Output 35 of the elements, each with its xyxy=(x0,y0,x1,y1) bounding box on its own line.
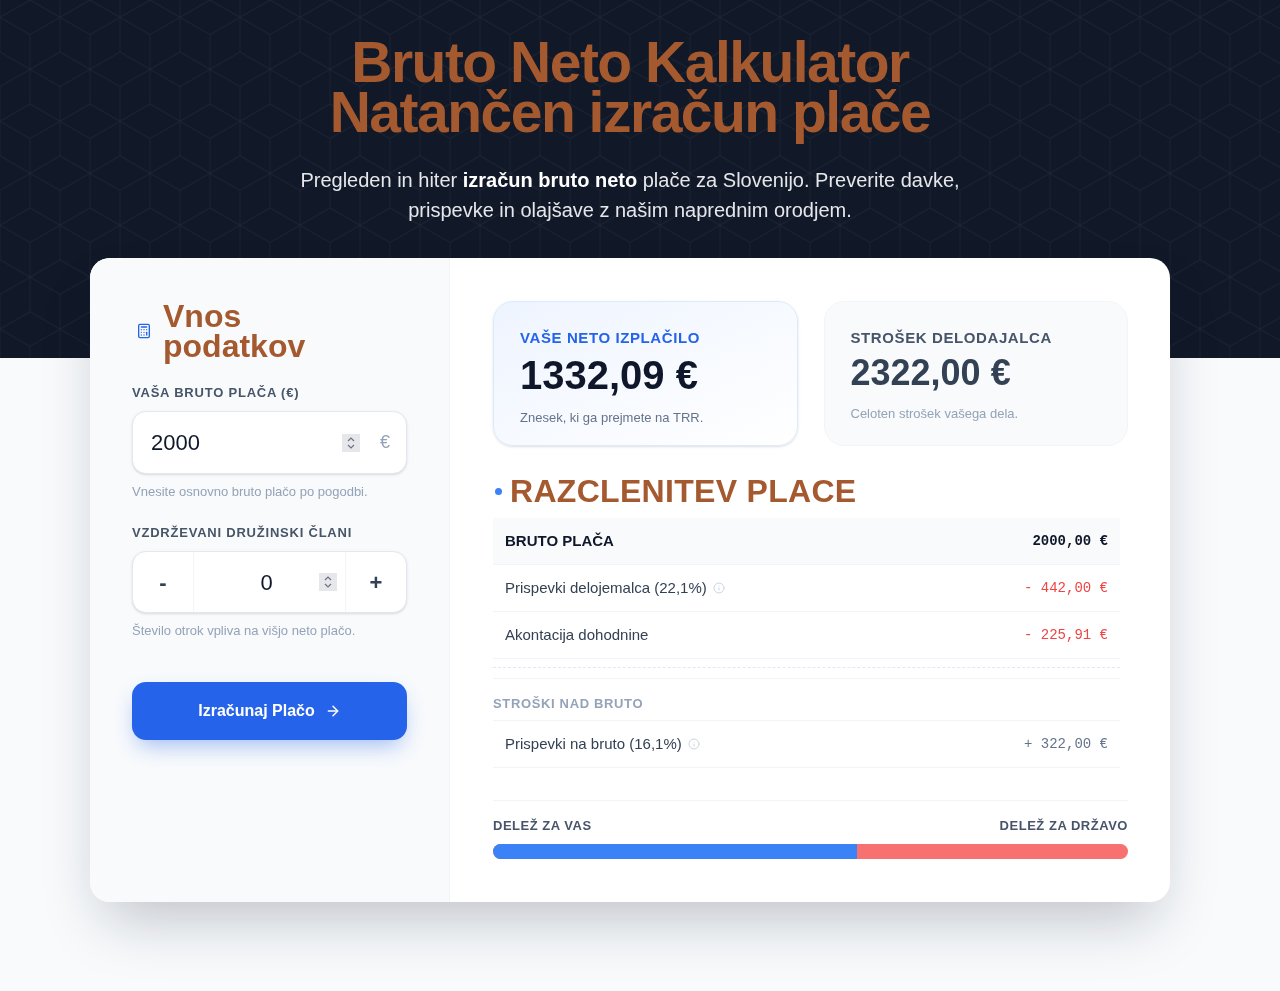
card-label: VAŠE NETO IZPLAČILO xyxy=(520,329,702,347)
card-amount: 2322,00 € xyxy=(850,353,1012,393)
card-amount: 1332,09 € xyxy=(520,353,699,397)
row-label: Prispevki delojemalca (22,1%) xyxy=(505,577,707,598)
card-caption: Znesek, ki ga prejmete na TRR. xyxy=(520,409,705,427)
spin-arrows-icon[interactable] xyxy=(342,433,360,452)
decrement-button[interactable]: - xyxy=(133,552,193,612)
page-title: Bruto Neto Kalkulator xyxy=(351,37,910,87)
members-input[interactable]: 0 xyxy=(193,552,346,612)
row-label: BRUTO PLAČA xyxy=(505,530,614,551)
spin-arrows-icon[interactable] xyxy=(319,573,337,591)
page-intro: Pregleden in hiter izračun bruto neto plače za Slovenijo. Preverite davke, prispevke in olajšave z našim naprednim orodjem. xyxy=(299,168,961,223)
row-amount: 2000,00 € xyxy=(1032,531,1108,551)
field-label: VZDRŽEVANI DRUŽINSKI ČLANI xyxy=(132,524,354,542)
calculate-button[interactable]: Izračunaj Plačo xyxy=(132,682,407,740)
row-amount: + 322,00 € xyxy=(1024,734,1108,754)
row-label: Akontacija dohodnine xyxy=(505,624,649,645)
row-label: Prispevki na bruto (16,1%) xyxy=(505,733,682,754)
field-label: VAŠA BRUTO PLAČA (€) xyxy=(132,384,301,402)
section-label: STROŠKI NAD BRUTO xyxy=(493,678,1120,721)
calculator-icon xyxy=(136,323,152,339)
bullet-icon xyxy=(495,487,502,495)
card-label: STROŠEK DELODAJALCA xyxy=(850,329,1053,347)
section-title: RAZCLENITEV PLACE xyxy=(510,473,857,509)
field-hint: Število otrok vpliva na višjo neto plačo. xyxy=(132,622,357,640)
share-label: DELEŽ ZA DRŽAVO xyxy=(999,817,1128,835)
row-amount: - 225,91 € xyxy=(1024,625,1108,645)
page-tagline: Natančen izračun plače xyxy=(329,87,931,146)
field-hint: Vnesite osnovno bruto plačo po pogodbi. xyxy=(132,483,369,501)
salary-input[interactable]: 2000 € xyxy=(132,411,407,474)
increment-button[interactable]: + xyxy=(346,552,406,612)
row-amount: - 442,00 € xyxy=(1024,578,1108,598)
card-caption: Celoten strošek vašega dela. xyxy=(850,405,1020,423)
share-label: DELEŽ ZA VAS xyxy=(493,817,592,835)
currency-suffix: € xyxy=(380,431,390,454)
